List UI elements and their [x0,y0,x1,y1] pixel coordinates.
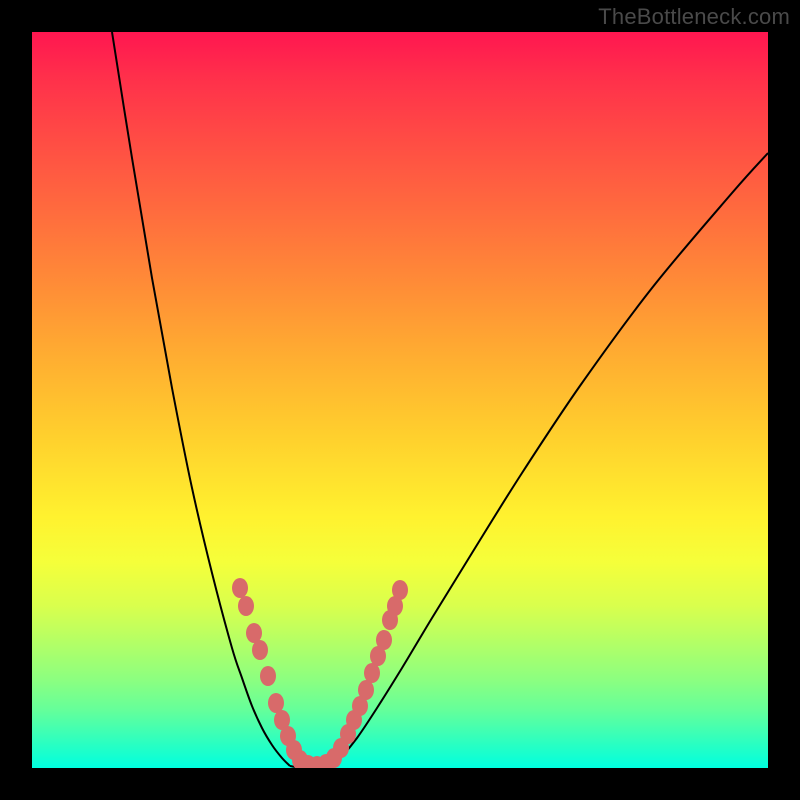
highlighted-points [232,578,408,768]
plot-area [32,32,768,768]
dot [358,680,374,700]
dot [232,578,248,598]
dot [260,666,276,686]
dot [268,693,284,713]
dot [364,663,380,683]
watermark-text: TheBottleneck.com [598,4,790,30]
chart-stage: TheBottleneck.com [0,0,800,800]
right-curve [330,153,768,766]
dot [252,640,268,660]
curve-layer [32,32,768,768]
dot [392,580,408,600]
dot [376,630,392,650]
dot [238,596,254,616]
dot [246,623,262,643]
